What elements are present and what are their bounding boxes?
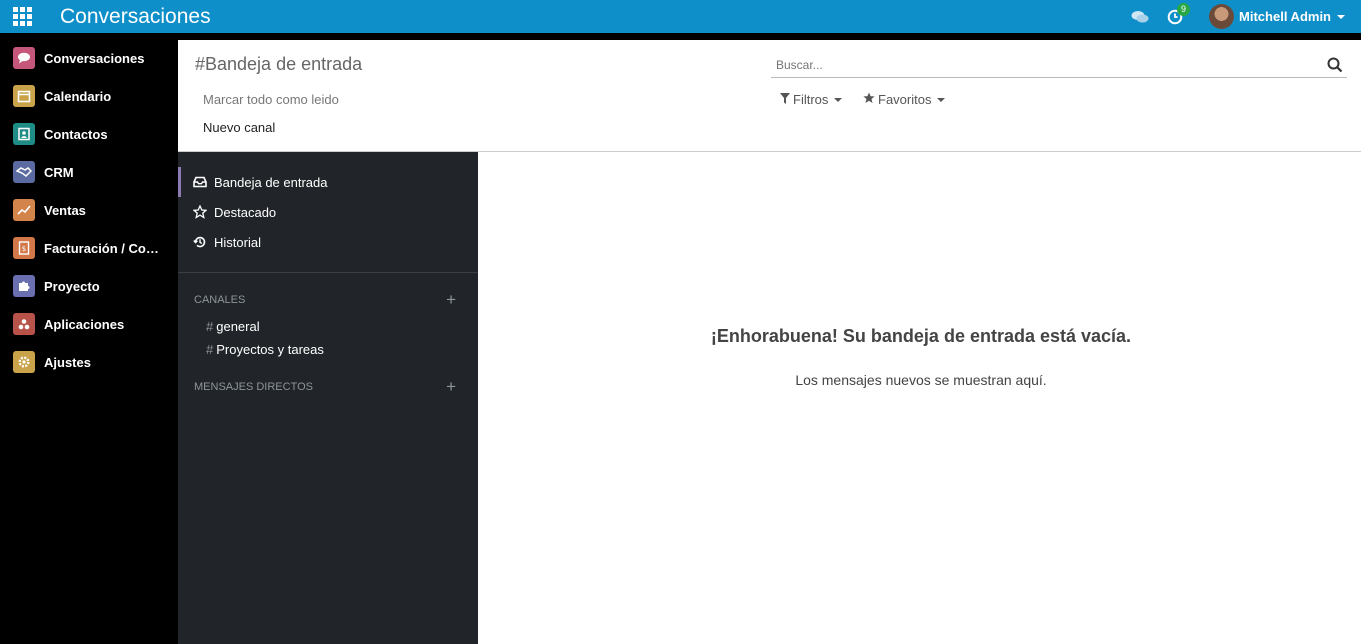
mailbox-inbox[interactable]: Bandeja de entrada bbox=[178, 167, 478, 197]
channel-label: Proyectos y tareas bbox=[216, 342, 324, 357]
app-menu-item-calendario[interactable]: Calendario bbox=[0, 77, 178, 115]
new-channel-button[interactable]: Nuevo canal bbox=[203, 120, 275, 135]
app-menu-item-contactos[interactable]: Contactos bbox=[0, 115, 178, 153]
app-menu-label: Aplicaciones bbox=[44, 316, 125, 332]
hash-icon: # bbox=[206, 342, 214, 357]
activity-clock-icon[interactable]: 9 bbox=[1167, 2, 1191, 25]
channel-item-proyectos-y-tareas[interactable]: # Proyectos y tareas bbox=[178, 338, 478, 361]
navbar-shadow bbox=[0, 33, 1361, 40]
divider bbox=[178, 272, 478, 273]
grid-icon bbox=[12, 7, 32, 26]
app-menu-item-crm[interactable]: CRM bbox=[0, 153, 178, 191]
search-bar bbox=[771, 53, 1347, 78]
cubes-icon bbox=[13, 313, 35, 335]
apps-menu-button[interactable] bbox=[0, 0, 44, 33]
app-menu-label: Ajustes bbox=[44, 354, 91, 370]
history-icon bbox=[193, 235, 207, 249]
direct-messages-header: MENSAJES DIRECTOS + bbox=[178, 377, 478, 397]
mailbox-label: Historial bbox=[214, 234, 261, 250]
calendar-icon bbox=[13, 85, 35, 107]
filter-icon bbox=[780, 92, 790, 107]
app-menu-label: Proyecto bbox=[44, 278, 100, 294]
app-menu-label: CRM bbox=[44, 164, 74, 180]
invoice-icon: $ bbox=[13, 237, 35, 259]
page-title: #Bandeja de entrada bbox=[195, 54, 363, 74]
favorites-label: Favoritos bbox=[878, 92, 932, 107]
app-menu-item-facturacion[interactable]: $ Facturación / Contabilidad bbox=[0, 229, 178, 267]
app-menu-label: Conversaciones bbox=[44, 50, 145, 66]
discuss-sidebar: Bandeja de entrada Destacado Historial C… bbox=[178, 152, 478, 644]
channel-item-general[interactable]: # general bbox=[178, 315, 478, 338]
add-channel-plus-icon[interactable]: + bbox=[446, 290, 456, 310]
filters-dropdown[interactable]: Filtros bbox=[780, 92, 843, 107]
chevron-down-icon bbox=[834, 97, 843, 102]
direct-messages-header-label[interactable]: MENSAJES DIRECTOS bbox=[194, 381, 313, 393]
activity-count-badge: 9 bbox=[1177, 2, 1191, 16]
channels-header: CANALES + bbox=[178, 290, 478, 310]
inbox-icon bbox=[193, 175, 207, 189]
chart-line-icon bbox=[13, 199, 35, 221]
user-menu[interactable]: Mitchell Admin bbox=[1209, 4, 1345, 29]
top-navbar: Conversaciones 9 Mitchell Admin bbox=[0, 0, 1361, 33]
gear-icon bbox=[13, 351, 35, 373]
empty-inbox-title: ¡Enhorabuena! Su bandeja de entrada está… bbox=[710, 326, 1132, 346]
filters-label: Filtros bbox=[793, 92, 829, 107]
mailbox-history[interactable]: Historial bbox=[178, 227, 478, 257]
svg-text:$: $ bbox=[22, 245, 26, 253]
control-panel: #Bandeja de entrada Marcar todo como lei… bbox=[178, 40, 1361, 152]
puzzle-icon bbox=[13, 275, 35, 297]
star-icon bbox=[863, 92, 875, 107]
thread-area: ¡Enhorabuena! Su bandeja de entrada está… bbox=[478, 152, 1361, 644]
channels-header-label[interactable]: CANALES bbox=[194, 294, 245, 306]
address-book-icon bbox=[13, 123, 35, 145]
chat-bubble-icon bbox=[13, 47, 35, 69]
app-menu-label: Facturación / Contabilidad bbox=[44, 240, 164, 256]
app-menu-item-aplicaciones[interactable]: Aplicaciones bbox=[0, 305, 178, 343]
app-menu-item-proyecto[interactable]: Proyecto bbox=[0, 267, 178, 305]
search-input[interactable] bbox=[771, 53, 1311, 77]
app-menu-label: Ventas bbox=[44, 202, 86, 218]
mailbox-label: Destacado bbox=[214, 204, 277, 220]
star-outline-icon bbox=[192, 204, 208, 219]
app-sidebar: Conversaciones Calendario Contactos CRM Vent… bbox=[0, 39, 178, 644]
app-menu-label: Contactos bbox=[44, 126, 108, 142]
app-menu-item-ventas[interactable]: Ventas bbox=[0, 191, 178, 229]
empty-inbox-subtitle: Los mensajes nuevos se muestran aquí. bbox=[795, 372, 1047, 388]
app-title: Conversaciones bbox=[60, 4, 211, 28]
hash-icon: # bbox=[206, 319, 214, 334]
channel-label: general bbox=[216, 319, 260, 334]
app-menu-label: Calendario bbox=[44, 88, 112, 104]
chevron-down-icon bbox=[1337, 14, 1345, 19]
handshake-icon bbox=[13, 161, 35, 183]
favorites-dropdown[interactable]: Favoritos bbox=[863, 92, 946, 107]
chevron-down-icon bbox=[937, 97, 946, 102]
avatar bbox=[1209, 4, 1235, 29]
mailbox-starred[interactable]: Destacado bbox=[178, 197, 478, 227]
chat-icon[interactable] bbox=[1131, 10, 1149, 24]
app-menu-item-ajustes[interactable]: Ajustes bbox=[0, 343, 178, 381]
mailbox-label: Bandeja de entrada bbox=[214, 174, 328, 190]
mark-all-read-button[interactable]: Marcar todo como leido bbox=[203, 92, 339, 107]
add-direct-message-plus-icon[interactable]: + bbox=[446, 377, 456, 397]
search-icon[interactable] bbox=[1327, 57, 1343, 73]
app-menu-item-conversaciones[interactable]: Conversaciones bbox=[0, 39, 178, 77]
user-name: Mitchell Admin bbox=[1239, 9, 1331, 24]
